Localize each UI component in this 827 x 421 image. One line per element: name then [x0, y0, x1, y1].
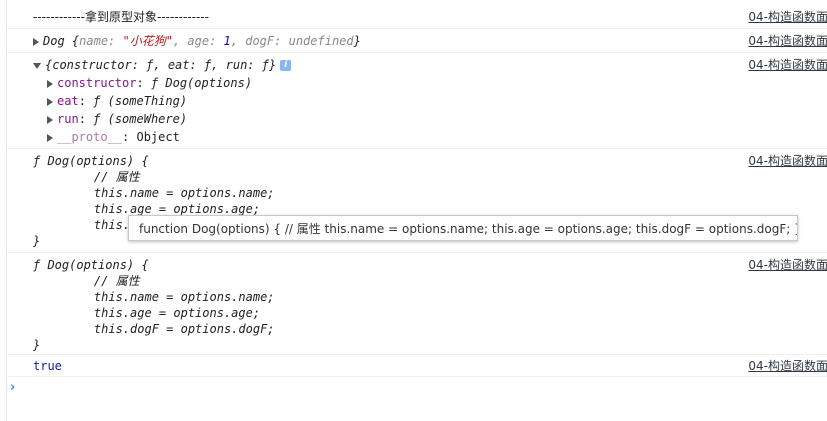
proto-prop-constructor[interactable]: constructor: ƒ Dog(options) [47, 75, 252, 91]
prop-key: constructor [57, 76, 137, 90]
source-link[interactable]: 04-构造函数面 [748, 358, 827, 374]
colon: : [78, 112, 94, 126]
source-link[interactable]: 04-构造函数面 [748, 257, 827, 273]
code-line: this. [65, 218, 131, 232]
prop-key: eat [57, 94, 79, 108]
console-prompt-icon[interactable]: › [10, 380, 15, 395]
log-row-proto-object[interactable]: {constructor: ƒ, eat: ƒ, run: ƒ} i 04-构造函… [7, 53, 827, 149]
source-link[interactable]: 04-构造函数面 [748, 57, 827, 73]
code-line: } [33, 338, 41, 352]
console-panel: ------------拿到原型对象------------ 04-构造函数面 … [6, 0, 827, 421]
log-row-function-2: ƒ Dog(options) { // 属性 this.name = optio… [7, 253, 827, 355]
colon: : [108, 34, 123, 48]
dog-prefix: Dog [43, 34, 65, 48]
name-key: name [79, 34, 109, 48]
log-row-dog-instance[interactable]: Dog {name: "小花狗", age: 1, dogF: undefine… [7, 29, 827, 53]
colon: : [122, 130, 137, 144]
code-line: this.name = options.name; [65, 290, 275, 304]
dogF-value: undefined [288, 34, 354, 48]
prop-value: ƒ (someThing) [93, 94, 188, 108]
expand-triangle-icon[interactable] [33, 37, 39, 46]
log-heading-text: ------------拿到原型对象------------ [33, 10, 209, 24]
source-link[interactable]: 04-构造函数面 [748, 153, 827, 169]
expand-triangle-icon[interactable] [47, 133, 53, 142]
source-link[interactable]: 04-构造函数面 [748, 9, 827, 25]
code-line: this.name = options.name; [65, 186, 275, 200]
prop-value: ƒ (someWhere) [93, 112, 188, 126]
prop-key: run [57, 112, 79, 126]
source-link[interactable]: 04-构造函数面 [748, 33, 827, 49]
expand-triangle-icon[interactable] [47, 97, 53, 106]
proto-prop-proto[interactable]: __proto__: Object [47, 129, 180, 145]
code-line: } [33, 234, 41, 248]
code-line: this.dogF = options.dogF; [65, 322, 275, 336]
code-line: ƒ Dog(options) { [33, 154, 149, 168]
comma: , [172, 34, 188, 48]
code-line: this.age = options.age; [65, 306, 261, 320]
name-value: "小花狗" [122, 34, 173, 48]
age-key: age [187, 34, 210, 48]
code-line: // 属性 [65, 274, 140, 288]
dog-instance-summary[interactable]: Dog {name: "小花狗", age: 1, dogF: undefine… [33, 33, 361, 49]
colon: : [274, 34, 289, 48]
proto-summary-text: {constructor: ƒ, eat: ƒ, run: ƒ} [45, 58, 277, 72]
hover-tooltip: function Dog(options) { // 属性 this.name … [128, 215, 798, 241]
prop-value: ƒ Dog(options) [150, 76, 253, 90]
expand-triangle-icon[interactable] [47, 115, 53, 124]
proto-prop-run[interactable]: run: ƒ (someWhere) [47, 111, 187, 127]
age-value: 1 [223, 34, 231, 48]
prop-key: __proto__ [57, 130, 123, 144]
bool-result: true [33, 359, 62, 373]
expand-triangle-icon[interactable] [47, 79, 53, 88]
dogF-key: dogF [245, 34, 275, 48]
brace-close: } [353, 34, 361, 48]
comma: , [230, 34, 246, 48]
collapse-triangle-icon[interactable] [33, 62, 41, 69]
colon: : [209, 34, 224, 48]
log-row-true: true 04-构造函数面 [7, 355, 827, 377]
prop-value: Object [136, 130, 180, 144]
brace-open: { [64, 34, 80, 48]
code-line: // 属性 [65, 170, 140, 184]
proto-summary[interactable]: {constructor: ƒ, eat: ƒ, run: ƒ} i [33, 57, 292, 73]
code-line: ƒ Dog(options) { [33, 258, 149, 272]
colon: : [78, 94, 94, 108]
log-row-heading: ------------拿到原型对象------------ 04-构造函数面 [7, 0, 827, 29]
colon: : [136, 76, 151, 90]
proto-prop-eat[interactable]: eat: ƒ (someThing) [47, 93, 187, 109]
info-icon[interactable]: i [280, 60, 292, 71]
